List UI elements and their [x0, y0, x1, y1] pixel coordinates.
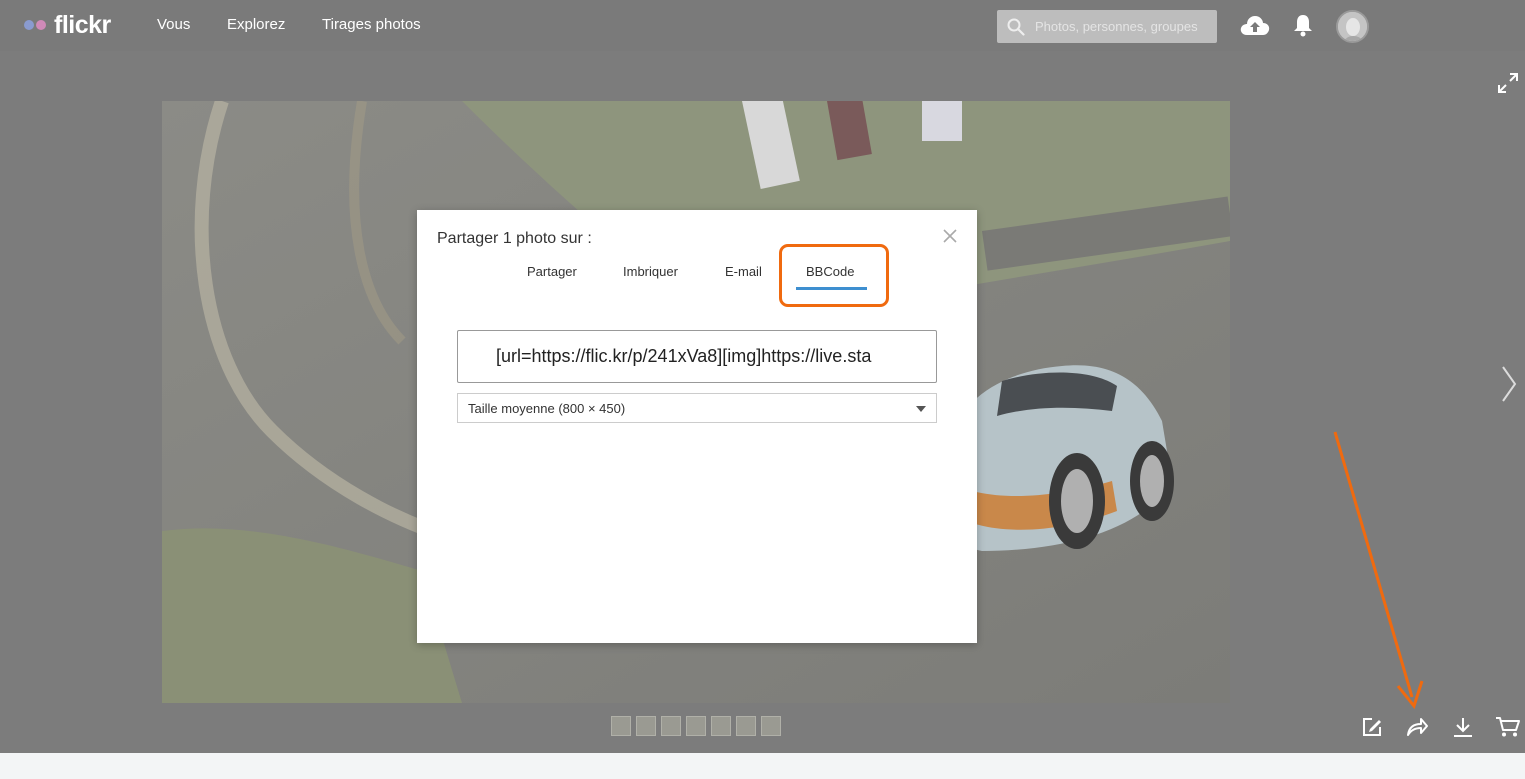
thumbnail[interactable] [736, 716, 756, 736]
size-select[interactable]: Taille moyenne (800 × 450) [457, 393, 937, 423]
share-icon[interactable] [1405, 716, 1429, 738]
nav-link-tirages-photos[interactable]: Tirages photos [322, 16, 421, 33]
bell-icon[interactable] [1293, 13, 1313, 37]
size-select-value: Taille moyenne (800 × 450) [468, 401, 626, 416]
bbcode-input[interactable] [458, 331, 936, 382]
expand-icon[interactable] [1497, 72, 1519, 94]
nav-link-explorez[interactable]: Explorez [227, 16, 285, 33]
avatar[interactable] [1336, 10, 1369, 43]
thumbnail[interactable] [636, 716, 656, 736]
share-modal: Partager 1 photo sur : Partager Imbrique… [417, 210, 977, 643]
chevron-down-icon [916, 406, 926, 412]
cart-icon[interactable] [1495, 716, 1521, 738]
close-icon[interactable] [942, 228, 958, 244]
download-icon[interactable] [1452, 716, 1474, 738]
thumbnail-strip [611, 716, 781, 736]
logo-blue-dot [24, 20, 34, 30]
search-box [997, 10, 1217, 43]
thumbnail[interactable] [761, 716, 781, 736]
search-icon [1007, 18, 1025, 36]
flickr-logo[interactable]: flickr [24, 11, 111, 39]
top-nav: flickr Vous Explorez Tirages photos [0, 0, 1525, 51]
search-input[interactable] [1035, 10, 1211, 43]
page-footer [0, 753, 1525, 779]
edit-icon[interactable] [1361, 716, 1383, 738]
tab-imbriquer[interactable]: Imbriquer [623, 264, 678, 279]
thumbnail[interactable] [611, 716, 631, 736]
thumbnail[interactable] [686, 716, 706, 736]
thumbnail[interactable] [711, 716, 731, 736]
thumbnail[interactable] [661, 716, 681, 736]
modal-title: Partager 1 photo sur : [437, 230, 592, 247]
logo-pink-dot [36, 20, 46, 30]
tab-partager[interactable]: Partager [527, 264, 577, 279]
bbcode-field [457, 330, 937, 383]
logo-text: flickr [54, 10, 111, 39]
tab-email[interactable]: E-mail [725, 264, 762, 279]
tab-bbcode[interactable]: BBCode [806, 264, 854, 279]
active-tab-underline [796, 287, 867, 290]
next-arrow-icon[interactable] [1500, 364, 1518, 404]
upload-cloud-icon[interactable] [1239, 13, 1271, 37]
nav-link-vous[interactable]: Vous [157, 16, 190, 33]
avatar-image [1338, 12, 1367, 41]
